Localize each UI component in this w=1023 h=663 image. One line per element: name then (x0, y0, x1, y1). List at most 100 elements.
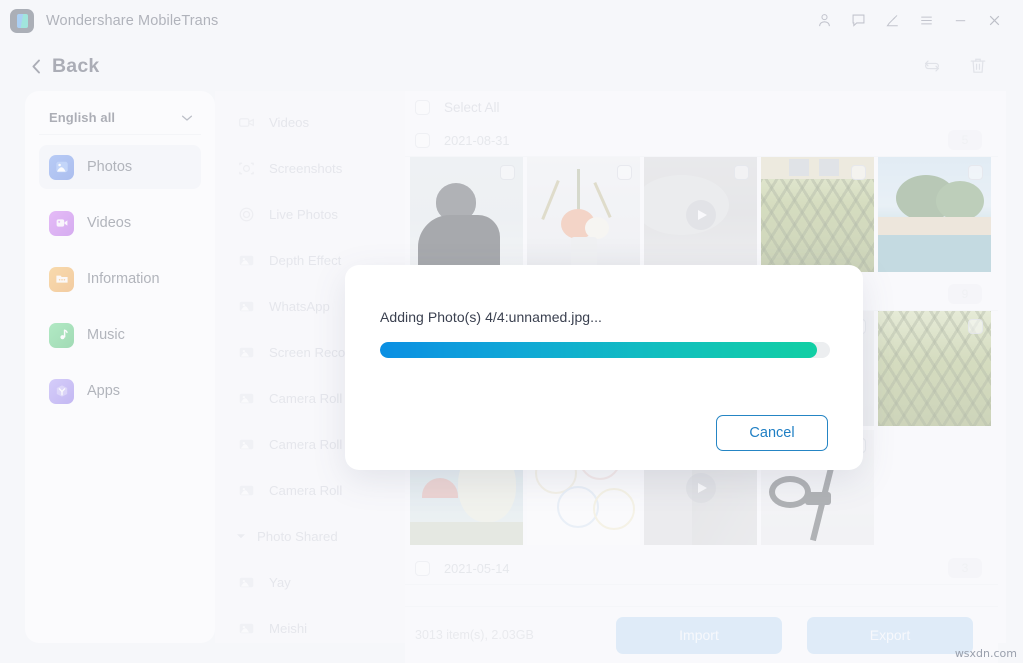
sidebar-item-label: Information (87, 271, 160, 287)
sidebar-item-music[interactable]: Music (39, 313, 201, 357)
chevron-down-icon (181, 115, 193, 121)
category-label: Photo Shared (257, 528, 338, 544)
back-label: Back (52, 54, 100, 77)
photo-album-icon (236, 342, 256, 362)
category-item-videos[interactable]: Videos (215, 99, 405, 145)
photo-album-icon (236, 296, 256, 316)
close-icon[interactable] (977, 6, 1011, 36)
photos-icon (49, 154, 74, 180)
window-controls (807, 6, 1011, 36)
photo-album-icon (236, 572, 256, 592)
category-label: Depth Effect (269, 252, 342, 268)
trash-icon[interactable] (965, 53, 991, 79)
thumbnail-row (405, 157, 998, 272)
photo-album-icon (236, 388, 256, 408)
menu-icon[interactable] (909, 6, 943, 36)
date-group-count: 3 (948, 558, 982, 578)
information-icon (49, 266, 74, 292)
sub-header: Back (0, 41, 1023, 91)
category-group-photo-shared[interactable]: Photo Shared (215, 513, 405, 559)
thumbnail-checkbox[interactable] (500, 165, 515, 180)
category-item-yay[interactable]: Yay (215, 559, 405, 605)
photo-album-icon (236, 618, 256, 638)
date-group-header[interactable]: 2021-05-14 3 (405, 552, 998, 585)
app-window: Wondershare MobileTrans Back English all… (0, 0, 1023, 663)
select-all-checkbox[interactable] (415, 100, 430, 115)
refresh-icon[interactable] (919, 53, 945, 79)
sidebar-item-label: Photos (87, 159, 133, 175)
category-label: Yay (269, 574, 291, 590)
back-button[interactable]: Back (30, 55, 99, 78)
progress-bar-fill (380, 342, 817, 358)
cancel-button[interactable]: Cancel (716, 415, 828, 451)
progress-dialog: Adding Photo(s) 4/4:unnamed.jpg... Cance… (345, 265, 863, 470)
date-group-checkbox[interactable] (415, 560, 430, 576)
mobiletrans-logo-icon (10, 8, 34, 33)
apps-icon (49, 378, 74, 404)
sidebar-item-apps[interactable]: Apps (39, 369, 201, 413)
photo-album-icon (236, 250, 256, 270)
language-selector[interactable]: English all (39, 101, 201, 135)
sidebar-item-information[interactable]: Information (39, 257, 201, 301)
screenshot-icon (236, 158, 256, 178)
sidebar-item-label: Music (87, 327, 125, 343)
progress-bar (380, 342, 830, 358)
thumbnail-checkbox[interactable] (617, 165, 632, 180)
content-scrollbar[interactable] (998, 91, 1006, 643)
date-group-count: 9 (948, 284, 982, 304)
music-icon (49, 322, 74, 348)
date-group-checkbox[interactable] (415, 132, 430, 148)
videos-icon (49, 210, 74, 236)
select-all-row[interactable]: Select All (405, 91, 998, 124)
feedback-icon[interactable] (841, 6, 875, 36)
account-icon[interactable] (807, 6, 841, 36)
sidebar-item-photos[interactable]: Photos (39, 145, 201, 189)
thumbnail-checkbox[interactable] (968, 319, 983, 334)
photo-thumbnail[interactable] (878, 311, 991, 426)
import-button[interactable]: Import (616, 616, 782, 654)
minimize-icon[interactable] (943, 6, 977, 36)
photo-thumbnail[interactable] (410, 157, 523, 272)
date-group-count: 5 (948, 130, 982, 150)
category-label: Camera Roll (269, 436, 343, 452)
date-group-label: 2021-05-14 (444, 560, 510, 576)
photo-thumbnail[interactable] (878, 157, 991, 272)
thumbnail-checkbox[interactable] (734, 165, 749, 180)
live-photo-icon (236, 204, 256, 224)
progress-message: Adding Photo(s) 4/4:unnamed.jpg... (380, 309, 602, 325)
category-item-meishi[interactable]: Meishi (215, 605, 405, 643)
thumbnail-checkbox[interactable] (851, 165, 866, 180)
title-bar: Wondershare MobileTrans (0, 0, 1023, 41)
play-icon (685, 199, 716, 230)
header-tools (919, 53, 991, 79)
photo-thumbnail[interactable] (761, 157, 874, 272)
category-label: Camera Roll (269, 482, 343, 498)
export-button[interactable]: Export (807, 616, 973, 654)
video-thumbnail[interactable] (644, 157, 757, 272)
thumbnail-checkbox[interactable] (968, 165, 983, 180)
edit-pen-icon[interactable] (875, 6, 909, 36)
sidebar-item-videos[interactable]: Videos (39, 201, 201, 245)
sidebar-item-label: Apps (87, 383, 121, 399)
play-icon (685, 472, 716, 503)
photo-album-icon (236, 434, 256, 454)
category-label: Videos (269, 114, 310, 130)
date-group-label: 2021-08-31 (444, 132, 510, 148)
items-summary: 3013 item(s), 2.03GB (415, 628, 534, 642)
category-label: Screenshots (269, 160, 343, 176)
category-item-camera-roll-3[interactable]: Camera Roll (215, 467, 405, 513)
category-label: Live Photos (269, 206, 338, 222)
date-group-header[interactable]: 2021-08-31 5 (405, 124, 998, 157)
select-all-label: Select All (444, 100, 500, 115)
bottom-action-bar: 3013 item(s), 2.03GB Import Export (405, 606, 998, 663)
category-item-screenshots[interactable]: Screenshots (215, 145, 405, 191)
photo-thumbnail[interactable] (527, 157, 640, 272)
category-label: Meishi (269, 620, 308, 636)
category-item-live-photos[interactable]: Live Photos (215, 191, 405, 237)
video-camera-icon (236, 112, 256, 132)
sidebar: English all Photos Videos Information Mu… (25, 91, 215, 643)
category-label: WhatsApp (269, 298, 330, 314)
app-title: Wondershare MobileTrans (46, 12, 219, 29)
dialog-footer: Cancel (380, 415, 828, 470)
watermark: wsxdn.com (954, 647, 1017, 660)
